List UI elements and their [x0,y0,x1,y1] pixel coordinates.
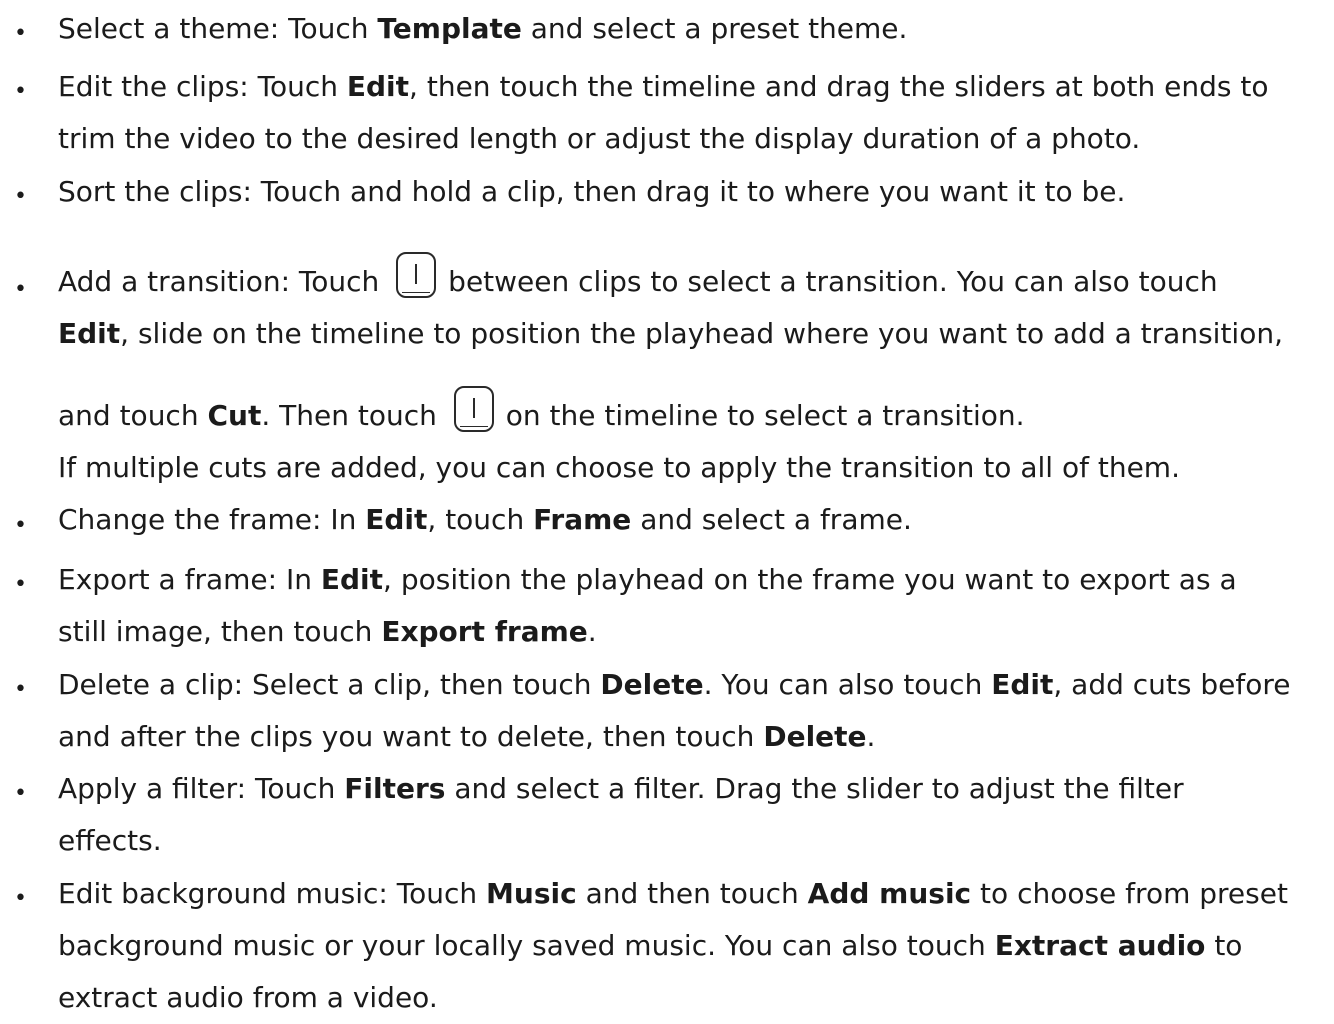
bullet-marker: • [14,513,27,538]
ui-term: Add music [807,877,972,910]
text-line: Delete a clip: Select a clip, then touch… [58,668,1291,701]
list-item-apply-filter: Apply a filter: Touch Filters and select… [58,763,1328,867]
bullet-marker: • [14,886,27,911]
ui-term: Export frame [381,615,588,648]
ui-term: Edit [320,563,384,596]
text-line: If multiple cuts are added, you can choo… [58,451,1180,484]
list-item-background-music: Edit background music: Touch Music and t… [58,868,1328,1024]
text-line: and touch Cut. Then touch on the timelin… [58,386,1328,442]
text-line: background music or your locally saved m… [58,929,1243,962]
text-line: Edit background music: Touch Music and t… [58,877,1288,910]
text-line: effects. [58,824,162,857]
text-line: Select a theme: Touch Template and selec… [58,12,908,45]
ui-term: Edit [58,317,121,350]
text-line: extract audio from a video. [58,981,438,1014]
ui-term: Edit [991,668,1054,701]
text-line: Export a frame: In Edit, position the pl… [58,563,1237,596]
text-line: and after the clips you want to delete, … [58,720,876,753]
list-item-add-transition: Add a transition: Touch between clips to… [58,252,1328,494]
ui-term: Delete [763,720,867,753]
bullet-marker: • [14,21,27,46]
bullet-marker: • [14,677,27,702]
text-line: Sort the clips: Touch and hold a clip, t… [58,175,1126,208]
bullet-marker: • [14,277,27,302]
text-line: Edit, slide on the timeline to position … [58,317,1283,350]
ui-term: Template [377,12,522,45]
text-line: Apply a filter: Touch Filters and select… [58,772,1184,805]
ui-term: Edit [365,503,428,536]
list-item-sort-clips: Sort the clips: Touch and hold a clip, t… [58,166,1328,218]
text-line: Edit the clips: Touch Edit, then touch t… [58,70,1269,103]
text-line: Add a transition: Touch between clips to… [58,252,1328,308]
text-line: trim the video to the desired length or … [58,122,1141,155]
ui-term: Delete [600,668,704,701]
ui-term: Frame [533,503,632,536]
list-item-select-theme: Select a theme: Touch Template and selec… [58,3,1328,55]
text-line: Change the frame: In Edit, touch Frame a… [58,503,912,536]
list-item-delete-clip: Delete a clip: Select a clip, then touch… [58,659,1328,763]
bullet-marker: • [14,184,27,209]
ui-term: Extract audio [994,929,1206,962]
text-line: still image, then touch Export frame. [58,615,597,648]
transition-icon [396,252,437,298]
list-item-change-frame: Change the frame: In Edit, touch Frame a… [58,494,1328,546]
ui-term: Edit [346,70,410,103]
ui-term: Filters [344,772,446,805]
ui-term: Cut [207,399,262,432]
ui-term: Music [486,877,577,910]
bullet-marker: • [14,79,27,104]
list-item-export-frame: Export a frame: In Edit, position the pl… [58,554,1328,658]
transition-icon [453,386,494,432]
bullet-marker: • [14,572,27,597]
bullet-marker: • [14,781,27,806]
list-item-edit-clips: Edit the clips: Touch Edit, then touch t… [58,61,1328,165]
